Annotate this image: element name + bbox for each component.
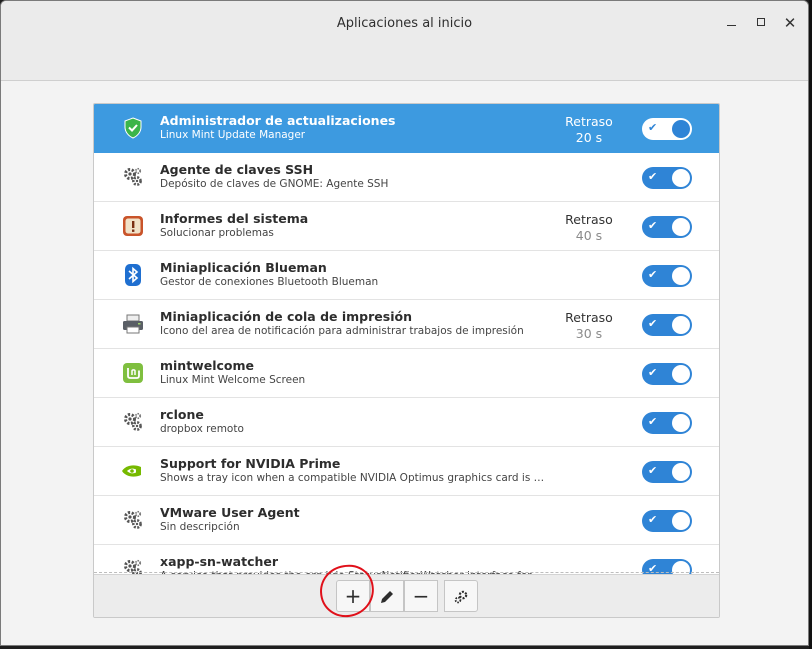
toggle-knob [672,316,690,334]
app-row[interactable]: Administrador de actualizaciones Linux Mi… [94,104,719,153]
toggle-knob [672,512,690,530]
minimize-icon [726,25,736,26]
check-icon: ✔ [648,464,658,477]
gear-run-icon [454,590,468,603]
titlebar[interactable]: Aplicaciones al inicio ✕ [1,1,808,81]
app-name: xapp-sn-watcher [160,554,279,569]
app-row[interactable]: Agente de claves SSH Depósito de claves d… [94,153,719,202]
nvidia-icon [121,459,145,483]
check-icon: ✔ [648,219,658,232]
delay-label: Retraso [565,212,613,227]
delay-value: 40 s [575,228,603,243]
shield-icon [121,116,145,140]
remove-button[interactable]: − [404,580,438,612]
delay-value: 20 s [575,130,603,145]
list-toolbar: + − [94,574,719,617]
app-name: Miniaplicación Blueman [160,260,327,275]
maximize-icon [757,18,765,26]
window-title: Aplicaciones al inicio [336,16,473,31]
bluetooth-icon [121,263,145,287]
app-list[interactable]: Administrador de actualizaciones Linux Mi… [94,104,719,576]
pencil-icon [381,590,393,603]
delay-value: 30 s [575,326,603,341]
app-name: Agente de claves SSH [160,162,314,177]
app-name: Administrador de actualizaciones [160,113,396,128]
run-now-button[interactable] [444,580,478,612]
app-name: VMware User Agent [160,505,300,520]
toggle-knob [672,120,690,138]
close-button[interactable]: ✕ [782,15,798,31]
enable-toggle[interactable]: ✔ [642,118,692,140]
delay-label: Retraso [565,114,613,129]
app-row[interactable]: rclone dropbox remoto ✔ [94,398,719,447]
enable-toggle[interactable]: ✔ [642,510,692,532]
app-description: Gestor de conexiones Bluetooth Blueman [160,276,379,288]
enable-toggle[interactable]: ✔ [642,363,692,385]
enable-toggle[interactable]: ✔ [642,461,692,483]
delay-info: Retraso 30 s [556,310,622,342]
check-icon: ✔ [648,513,658,526]
warning-icon [121,214,145,238]
app-description: dropbox remoto [160,423,244,435]
printer-icon [121,312,145,336]
check-icon: ✔ [648,415,658,428]
toggle-knob [672,267,690,285]
app-row[interactable]: Informes del sistema Solucionar problemas… [94,202,719,251]
toggle-knob [672,414,690,432]
toggle-knob [672,365,690,383]
delay-label: Retraso [565,310,613,325]
enable-toggle[interactable]: ✔ [642,314,692,336]
app-name: rclone [160,407,204,422]
toggle-knob [672,463,690,481]
app-name: Support for NVIDIA Prime [160,456,341,471]
toggle-knob [672,218,690,236]
app-description: Shows a tray icon when a compatible NVID… [160,472,550,484]
app-row[interactable]: VMware User Agent Sin descripción ✔ [94,496,719,545]
toggle-knob [672,169,690,187]
gears-icon [121,410,145,434]
minimize-button[interactable] [723,15,739,31]
app-row[interactable]: Miniaplicación de cola de impresión Icono… [94,300,719,349]
check-icon: ✔ [648,366,658,379]
enable-toggle[interactable]: ✔ [642,265,692,287]
app-description: Solucionar problemas [160,227,274,239]
delay-info: Retraso 40 s [556,212,622,244]
delay-info: Retraso 20 s [556,114,622,146]
gears-icon [121,165,145,189]
app-name: Informes del sistema [160,211,309,226]
app-description: Linux Mint Update Manager [160,129,306,141]
app-row[interactable]: Support for NVIDIA Prime Shows a tray ico… [94,447,719,496]
enable-toggle[interactable]: ✔ [642,216,692,238]
app-list-frame: Administrador de actualizaciones Linux Mi… [93,103,720,618]
gears-icon [121,508,145,532]
startup-apps-window: Aplicaciones al inicio ✕ Administrador d… [0,0,809,646]
check-icon: ✔ [648,268,658,281]
close-icon: ✕ [783,14,797,32]
app-name: Miniaplicación de cola de impresión [160,309,412,324]
app-row[interactable]: mintwelcome Linux Mint Welcome Screen ✔ [94,349,719,398]
check-icon: ✔ [648,317,658,330]
app-description: Sin descripción [160,521,240,533]
app-name: mintwelcome [160,358,254,373]
app-description: Linux Mint Welcome Screen [160,374,306,386]
mint-logo-icon [121,361,145,385]
app-description: Depósito de claves de GNOME: Agente SSH [160,178,389,190]
enable-toggle[interactable]: ✔ [642,412,692,434]
check-icon: ✔ [648,121,658,134]
enable-toggle[interactable]: ✔ [642,167,692,189]
check-icon: ✔ [648,170,658,183]
maximize-button[interactable] [753,15,769,31]
edit-button[interactable] [370,580,404,612]
app-description: Icono del area de notificación para admi… [160,325,524,337]
app-row[interactable]: Miniaplicación Blueman Gestor de conexion… [94,251,719,300]
